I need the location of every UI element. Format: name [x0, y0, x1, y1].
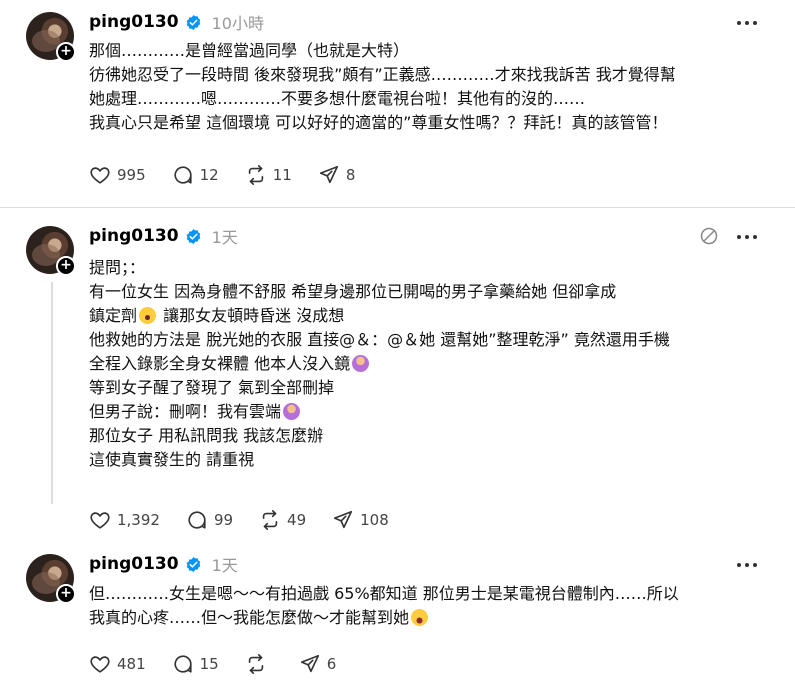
- repost-count: 49: [287, 511, 307, 529]
- username[interactable]: ping0130: [89, 226, 179, 246]
- follow-plus-icon[interactable]: +: [56, 42, 76, 62]
- more-icon[interactable]: [737, 12, 759, 34]
- post-body: 但…………女生是嗯～～有拍過戲 65%都知道 那位男士是某電視台體制內……所以 …: [89, 582, 779, 630]
- username[interactable]: ping0130: [89, 12, 179, 32]
- more-icon[interactable]: [737, 226, 759, 248]
- post-line: 我真心只是希望 這個環境 可以好好的適當的”尊重女性嗎？？拜託！真的該管管！: [89, 113, 668, 132]
- repost-icon: [262, 510, 278, 530]
- verified-badge-icon: [186, 228, 200, 244]
- reply-button[interactable]: 12: [172, 164, 219, 186]
- reply-count: 99: [213, 511, 234, 529]
- scream-emoji-icon: [139, 307, 157, 324]
- avatar-container[interactable]: +: [26, 12, 76, 62]
- share-count: 108: [360, 511, 389, 529]
- share-button[interactable]: 108: [332, 509, 389, 531]
- post-line: 有一位女生 因為身體不舒服 希望身邊那位已開喝的男子拿藥給她 但卻拿成: [89, 282, 617, 301]
- verified-badge-icon: [186, 14, 200, 30]
- post-line: 等到女子醒了發現了 氣到全部刪掉: [89, 378, 335, 397]
- share-icon: [300, 654, 319, 673]
- post-line: 全程入錄影全身女裸體 他本人沒入鏡: [89, 352, 779, 376]
- like-count: 995: [117, 166, 146, 184]
- comment-icon: [174, 166, 192, 184]
- mute-icon[interactable]: [699, 226, 719, 246]
- share-button[interactable]: 6: [299, 653, 337, 675]
- crying-emoji-icon: [411, 609, 429, 626]
- post-3: + ping0130 1天 但…………女生是嗯～～有拍過戲 65%都知道 那位男…: [0, 542, 795, 682]
- more-icon[interactable]: [737, 554, 759, 576]
- post-time[interactable]: 1天: [212, 552, 238, 576]
- repost-icon: [248, 165, 263, 185]
- post-1: + ping0130 10小時 那個…………是曾經當過同學（也就是大特） 彷彿她…: [0, 0, 795, 206]
- avatar-container[interactable]: +: [26, 554, 76, 604]
- like-button[interactable]: 481: [89, 653, 146, 675]
- follow-plus-icon[interactable]: +: [56, 256, 76, 276]
- verified-badge-icon: [186, 556, 200, 572]
- comment-icon: [188, 511, 206, 529]
- post-actions: 481 15 6: [89, 652, 362, 676]
- reply-button[interactable]: 99: [186, 509, 233, 531]
- post-2: + ping0130 1天 提問；： 有一位女生 因為身體不舒服 希望身邊那位已…: [0, 210, 795, 542]
- thread-line: [51, 282, 53, 504]
- like-button[interactable]: 1,392: [89, 509, 160, 531]
- person-emoji-icon: [283, 403, 301, 420]
- post-header: ping0130 1天: [89, 552, 238, 576]
- repost-icon: [248, 654, 263, 674]
- share-icon: [334, 510, 353, 529]
- repost-button[interactable]: [245, 653, 273, 675]
- share-count: 8: [345, 166, 356, 184]
- repost-button[interactable]: 11: [245, 164, 292, 186]
- post-time[interactable]: 1天: [212, 224, 238, 248]
- post-time[interactable]: 10小時: [212, 10, 264, 34]
- post-line: 彷彿她忍受了一段時間 後來發現我”頗有”正義感…………才來找我訴苦 我才覺得幫: [89, 65, 676, 84]
- heart-icon: [90, 167, 110, 184]
- like-button[interactable]: 995: [89, 164, 146, 186]
- post-header: ping0130 1天: [89, 224, 238, 248]
- post-actions: 1,392 99 49 108: [89, 508, 415, 532]
- heart-icon: [90, 656, 110, 673]
- post-line: 提問；：: [89, 258, 146, 277]
- post-line: 他救她的方法是 脫光她的衣服 直接@＆：@＆她 還幫她”整理乾淨” 竟然還用手機: [89, 330, 670, 349]
- avatar-container[interactable]: +: [26, 226, 76, 276]
- post-line: 但男子說：刪啊！我有雲端: [89, 400, 779, 424]
- person-emoji-icon: [352, 355, 370, 372]
- post-body: 提問；： 有一位女生 因為身體不舒服 希望身邊那位已開喝的男子拿藥給她 但卻拿成…: [89, 256, 779, 472]
- post-body: 那個…………是曾經當過同學（也就是大特） 彷彿她忍受了一段時間 後來發現我”頗有…: [89, 39, 779, 135]
- post-header: ping0130 10小時: [89, 10, 264, 34]
- like-count: 481: [117, 655, 146, 673]
- post-line: 我真的心疼……但～我能怎麼做～才能幫到她: [89, 606, 779, 630]
- post-line: 她處理…………嗯…………不要多想什麼電視台啦！其他有的沒的……: [89, 89, 586, 108]
- threads-feed: + ping0130 10小時 那個…………是曾經當過同學（也就是大特） 彷彿她…: [0, 0, 795, 682]
- reply-count: 15: [199, 655, 219, 673]
- post-line: 鎮定劑 讓那女友頓時昏迷 沒成想: [89, 306, 345, 325]
- follow-plus-icon[interactable]: +: [56, 584, 76, 604]
- like-count: 1,392: [117, 511, 160, 529]
- comment-icon: [174, 655, 192, 673]
- repost-button[interactable]: 49: [259, 509, 306, 531]
- post-line: 但…………女生是嗯～～有拍過戲 65%都知道 那位男士是某電視台體制內……所以: [89, 584, 679, 603]
- reply-button[interactable]: 15: [172, 653, 219, 675]
- share-icon: [319, 165, 338, 184]
- repost-count: 11: [272, 166, 292, 184]
- post-actions: 995 12 11 8: [89, 163, 381, 187]
- heart-icon: [90, 512, 110, 529]
- username[interactable]: ping0130: [89, 554, 179, 574]
- post-line: 這使真實發生的 請重視: [89, 450, 255, 469]
- reply-count: 12: [199, 166, 219, 184]
- post-line: 那位女子 用私訊問我 我該怎麼辦: [89, 426, 324, 445]
- post-divider: [0, 207, 795, 208]
- share-count: 6: [326, 655, 337, 673]
- post-line: 那個…………是曾經當過同學（也就是大特）: [89, 41, 410, 60]
- share-button[interactable]: 8: [318, 164, 356, 186]
